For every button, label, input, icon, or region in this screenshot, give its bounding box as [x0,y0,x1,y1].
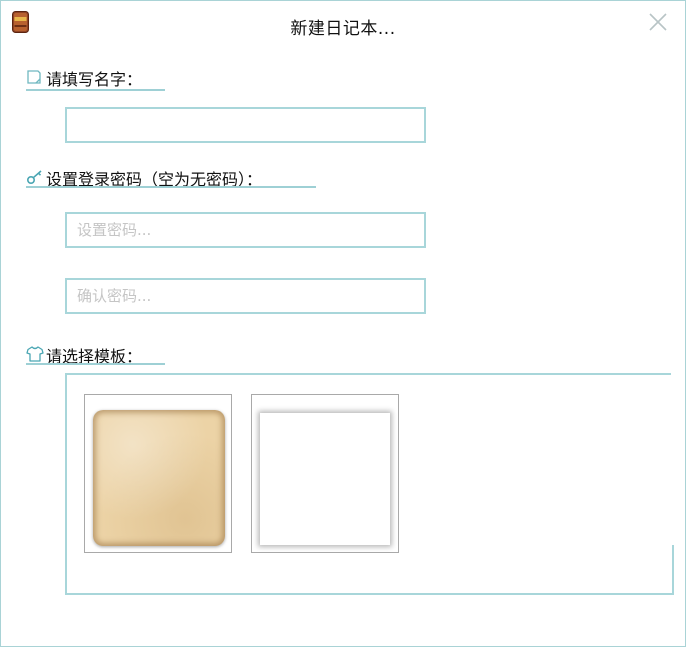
shirt-icon [26,346,44,364]
parchment-template-thumbnail[interactable] [93,410,225,546]
white-template-thumbnail[interactable] [260,413,390,545]
name-label-underline [26,89,165,91]
password-label-underline [26,186,316,188]
template-list-scroll-edge [671,373,674,545]
name-section-label: 请填写名字： [26,66,142,90]
diary-name-input[interactable] [65,107,426,143]
key-icon [26,169,44,187]
new-diary-dialog: 新建日记本... 请填写名字： 设置登录密码（空为无密码）： 请选择模板： [0,0,686,647]
dialog-title: 新建日记本... [290,19,396,39]
close-button[interactable] [647,11,669,33]
confirm-password-input[interactable] [65,278,426,314]
note-icon [26,69,44,87]
name-label-text: 请填写名字： [46,70,143,89]
close-icon [649,13,667,31]
password-input[interactable] [65,212,426,248]
template-label-underline [26,363,165,365]
